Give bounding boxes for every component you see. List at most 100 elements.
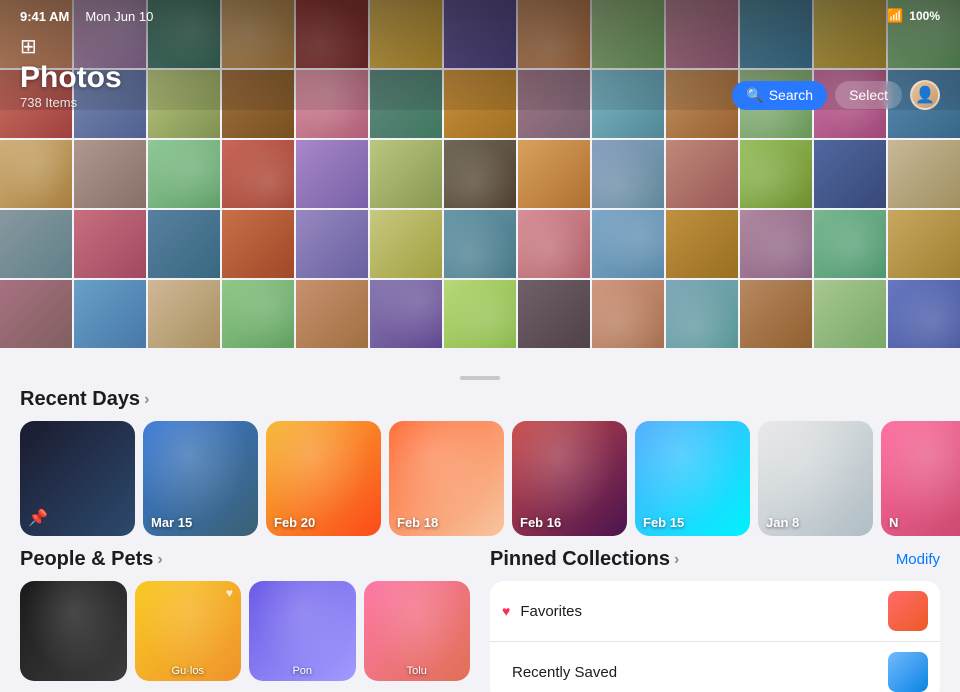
people-pets-title[interactable]: People & Pets › xyxy=(20,548,163,571)
day-card[interactable]: Jan 8 xyxy=(758,421,873,536)
people-pets-col: People & Pets › ♥ Gu·los Pon xyxy=(0,548,480,692)
layout-icon[interactable]: ⊞ xyxy=(20,34,37,59)
photo-cell[interactable] xyxy=(222,280,294,348)
photo-cell[interactable] xyxy=(370,140,442,208)
photo-cell[interactable] xyxy=(148,210,220,278)
photo-cell[interactable] xyxy=(740,210,812,278)
recent-days-chevron: › xyxy=(144,391,149,409)
day-card[interactable]: Feb 15 xyxy=(635,421,750,536)
bottom-section: Recent Days › 📌 Mar 15 Feb 20 Feb 18 xyxy=(0,360,960,692)
photo-cell[interactable] xyxy=(592,280,664,348)
person-card[interactable]: Pon xyxy=(249,581,356,681)
photo-cell[interactable] xyxy=(814,210,886,278)
day-card[interactable]: 📌 xyxy=(20,421,135,536)
photo-cell[interactable] xyxy=(444,210,516,278)
photo-cell[interactable] xyxy=(296,280,368,348)
photo-cell[interactable] xyxy=(0,210,72,278)
day-label: Mar 15 xyxy=(151,515,192,530)
search-button[interactable]: 🔍 Search xyxy=(732,81,827,110)
photo-cell[interactable] xyxy=(0,280,72,348)
photo-cell[interactable] xyxy=(888,280,960,348)
pinned-item-icon: ♥ xyxy=(502,603,510,619)
pinned-item[interactable]: Recently Saved xyxy=(490,642,940,692)
wifi-icon: 📶 xyxy=(887,8,903,24)
scroll-handle xyxy=(460,376,500,380)
photo-cell[interactable] xyxy=(814,280,886,348)
photo-cell[interactable] xyxy=(592,140,664,208)
day-card[interactable]: Mar 15 xyxy=(143,421,258,536)
recent-days-header: Recent Days › xyxy=(0,388,960,421)
pinned-item[interactable]: ♥ Favorites xyxy=(490,581,940,642)
photo-cell[interactable] xyxy=(296,140,368,208)
photo-cell[interactable] xyxy=(888,210,960,278)
photo-cell[interactable] xyxy=(740,140,812,208)
photo-cell[interactable] xyxy=(148,140,220,208)
photo-cell[interactable] xyxy=(444,140,516,208)
day-card[interactable]: Feb 16 xyxy=(512,421,627,536)
photo-cell[interactable] xyxy=(666,140,738,208)
search-icon: 🔍 xyxy=(746,87,763,104)
person-card[interactable] xyxy=(20,581,127,681)
photo-cell[interactable] xyxy=(370,210,442,278)
photo-cell[interactable] xyxy=(592,210,664,278)
pinned-item-thumb xyxy=(888,652,928,692)
photo-cell[interactable] xyxy=(296,210,368,278)
photo-cell[interactable] xyxy=(518,140,590,208)
day-card[interactable]: Feb 18 xyxy=(389,421,504,536)
pinned-collections-title[interactable]: Pinned Collections › xyxy=(490,548,679,571)
photo-cell[interactable] xyxy=(666,280,738,348)
pinned-item-name: Favorites xyxy=(520,603,582,620)
status-time: 9:41 AM xyxy=(20,9,69,24)
photo-cell[interactable] xyxy=(148,280,220,348)
photo-cell[interactable] xyxy=(444,280,516,348)
day-label: Feb 20 xyxy=(274,515,315,530)
day-card[interactable]: N xyxy=(881,421,960,536)
pinned-collections-col: Pinned Collections › Modify ♥ Favorites … xyxy=(480,548,960,692)
pinned-item-thumb xyxy=(888,591,928,631)
person-name: Gu·los xyxy=(135,665,242,677)
day-label: Feb 15 xyxy=(643,515,684,530)
photo-cell[interactable] xyxy=(888,140,960,208)
people-pets-header: People & Pets › xyxy=(20,548,470,581)
person-card[interactable]: ♥ Gu·los xyxy=(135,581,242,681)
recent-days-scroll[interactable]: 📌 Mar 15 Feb 20 Feb 18 Feb 16 xyxy=(0,421,960,548)
pinned-list: ♥ Favorites Recently Saved xyxy=(490,581,940,692)
day-label: Jan 8 xyxy=(766,515,799,530)
photo-cell[interactable] xyxy=(518,280,590,348)
pinned-item-name: Recently Saved xyxy=(512,664,617,681)
recent-days-title[interactable]: Recent Days › xyxy=(20,388,149,411)
pinned-item-left: Recently Saved xyxy=(502,664,617,681)
photo-cell[interactable] xyxy=(814,140,886,208)
photo-cell[interactable] xyxy=(0,140,72,208)
photo-cell[interactable] xyxy=(518,210,590,278)
photo-cell[interactable] xyxy=(74,210,146,278)
photo-cell[interactable] xyxy=(222,140,294,208)
header-left: ⊞ Photos 738 Items xyxy=(20,34,122,110)
day-label: Feb 18 xyxy=(397,515,438,530)
day-label: Feb 16 xyxy=(520,515,561,530)
modify-button[interactable]: Modify xyxy=(896,551,940,568)
photo-cell[interactable] xyxy=(740,280,812,348)
pinned-item-left: ♥ Favorites xyxy=(502,603,582,620)
photo-cell[interactable] xyxy=(666,210,738,278)
heart-icon: ♥ xyxy=(226,586,233,600)
person-card[interactable]: Tolu xyxy=(364,581,471,681)
photo-cell[interactable] xyxy=(222,210,294,278)
pin-icon: 📌 xyxy=(28,508,48,528)
day-card[interactable]: Feb 20 xyxy=(266,421,381,536)
photo-cell[interactable] xyxy=(74,280,146,348)
select-button[interactable]: Select xyxy=(835,81,902,109)
header-right: 🔍 Search Select 👤 xyxy=(732,80,940,110)
photo-cell[interactable] xyxy=(74,140,146,208)
pinned-collections-header: Pinned Collections › Modify xyxy=(490,548,940,581)
people-grid: ♥ Gu·los Pon Tolu xyxy=(20,581,470,681)
battery-icon: 100% xyxy=(909,9,940,23)
photo-cell[interactable] xyxy=(370,280,442,348)
avatar[interactable]: 👤 xyxy=(910,80,940,110)
item-count: 738 Items xyxy=(20,95,122,110)
person-name: Tolu xyxy=(364,665,471,677)
status-bar: 9:41 AM Mon Jun 10 📶 100% xyxy=(0,0,960,28)
person-name: Pon xyxy=(249,665,356,677)
status-date: Mon Jun 10 xyxy=(85,9,153,24)
header: ⊞ Photos 738 Items 🔍 Search Select 👤 xyxy=(0,28,960,118)
